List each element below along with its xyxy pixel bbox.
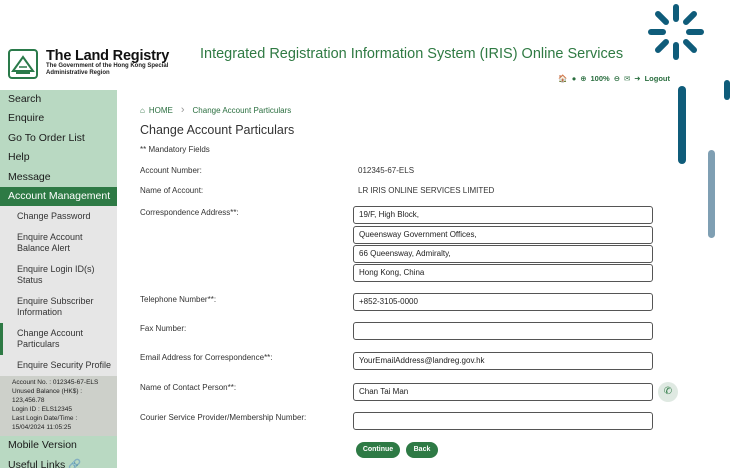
zoom-in-icon[interactable]: ⊕ xyxy=(580,74,586,83)
mail-icon[interactable]: ✉ xyxy=(624,74,630,83)
logo-subtitle: The Government of the Hong Kong Special … xyxy=(46,63,169,76)
sidebar-item-message[interactable]: Message xyxy=(0,168,117,187)
decor-bar-1 xyxy=(678,86,686,164)
email-field[interactable]: YourEmailAddress@landreg.gov.hk xyxy=(353,352,653,370)
home-icon[interactable]: ⌂ xyxy=(140,106,145,115)
contact-person-label: Name of Contact Person**: xyxy=(140,383,237,392)
header: The Land Registry The Government of the … xyxy=(0,0,730,90)
sidebar-item-search[interactable]: Search xyxy=(0,90,117,109)
link-icon: 🔗 xyxy=(68,458,82,468)
balance-value: 123,456.78 xyxy=(12,397,45,405)
submenu-change-particulars[interactable]: Change Account Particulars xyxy=(0,323,117,356)
home-icon[interactable]: 🏠 xyxy=(558,74,567,83)
breadcrumb: ⌂ HOME › Change Account Particulars xyxy=(140,104,291,116)
balance-label: Unused Balance (HK$) : xyxy=(12,388,83,396)
zoom-out-icon[interactable]: ⊖ xyxy=(614,74,620,83)
account-submenu: Change Password Enquire Account Balance … xyxy=(0,206,117,377)
account-info-panel: Account No. : 012345-67-ELS Unused Balan… xyxy=(0,376,117,437)
account-name-value: LR IRIS ONLINE SERVICES LIMITED xyxy=(358,186,495,195)
email-label: Email Address for Correspondence**: xyxy=(140,353,273,362)
zoom-level: 100% xyxy=(590,74,610,83)
decor-bar-2 xyxy=(708,150,715,238)
breadcrumb-home[interactable]: HOME xyxy=(149,106,173,115)
logo-title: The Land Registry xyxy=(46,48,170,64)
address-line-3-field[interactable]: 66 Queensway, Admiralty, xyxy=(353,245,653,263)
address-line-4-field[interactable]: Hong Kong, China xyxy=(353,264,653,282)
sidebar-item-enquire[interactable]: Enquire xyxy=(0,109,117,128)
sidebar-item-useful-links[interactable]: Useful Links 🔗 xyxy=(0,456,117,468)
courier-field[interactable] xyxy=(353,412,653,430)
page-title: Change Account Particulars xyxy=(140,123,295,137)
land-registry-logo-icon xyxy=(8,49,38,79)
submenu-security-profile[interactable]: Enquire Security Profile xyxy=(0,355,117,376)
submenu-login-status[interactable]: Enquire Login ID(s) Status xyxy=(0,259,117,291)
continue-button[interactable]: Continue xyxy=(356,442,400,458)
globe-icon[interactable]: ● xyxy=(572,74,577,83)
account-number-value: 012345-67-ELS xyxy=(358,166,415,175)
last-login-label: Last Login Date/Time : xyxy=(12,415,78,423)
sidebar-item-account-management[interactable]: Account Management xyxy=(0,186,117,207)
address-label: Correspondence Address**: xyxy=(140,208,239,217)
sidebar: Search Enquire Go To Order List Help Mes… xyxy=(0,90,117,468)
account-name-label: Name of Account: xyxy=(140,186,204,195)
last-login-value: 15/04/2024 11:05:25 xyxy=(12,424,72,432)
back-button[interactable]: Back xyxy=(406,442,438,458)
address-line-2-field[interactable]: Queensway Government Offices, xyxy=(353,226,653,244)
loading-spinner-icon xyxy=(648,4,704,60)
chevron-right-icon: › xyxy=(180,104,185,116)
mandatory-note: ** Mandatory Fields xyxy=(140,145,210,154)
telephone-label: Telephone Number**: xyxy=(140,295,217,304)
header-toolbar: 🏠 ● ⊕ 100% ⊖ ✉ ➜ Logout xyxy=(558,74,670,83)
sidebar-item-order-list[interactable]: Go To Order List xyxy=(0,129,117,148)
sidebar-item-mobile-version[interactable]: Mobile Version xyxy=(0,436,117,455)
sidebar-bottom: Mobile Version Useful Links 🔗 xyxy=(0,436,117,468)
submenu-subscriber-info[interactable]: Enquire Subscriber Information xyxy=(0,291,117,323)
logout-link[interactable]: Logout xyxy=(645,74,670,83)
address-line-1-field[interactable]: 19/F, High Block, xyxy=(353,206,653,224)
phone-icon[interactable]: ✆ xyxy=(658,382,678,402)
telephone-field[interactable]: +852-3105-0000 xyxy=(353,293,653,311)
login-id-text: Login ID : ELS12345 xyxy=(12,406,72,414)
courier-label: Courier Service Provider/Membership Numb… xyxy=(140,413,307,422)
logout-icon[interactable]: ➜ xyxy=(634,74,640,83)
account-number-label: Account Number: xyxy=(140,166,202,175)
system-title: Integrated Registration Information Syst… xyxy=(200,46,624,62)
sidebar-item-help[interactable]: Help xyxy=(0,148,117,167)
decor-bar-3 xyxy=(724,80,730,100)
breadcrumb-current: Change Account Particulars xyxy=(192,105,292,115)
contact-person-field[interactable]: Chan Tai Man xyxy=(353,383,653,401)
fax-label: Fax Number: xyxy=(140,324,187,333)
submenu-change-password[interactable]: Change Password xyxy=(0,206,117,227)
account-no-text: Account No. : 012345-67-ELS xyxy=(12,379,99,387)
submenu-balance-alert[interactable]: Enquire Account Balance Alert xyxy=(0,227,117,259)
fax-field[interactable] xyxy=(353,322,653,340)
useful-links-label: Useful Links xyxy=(8,458,66,468)
